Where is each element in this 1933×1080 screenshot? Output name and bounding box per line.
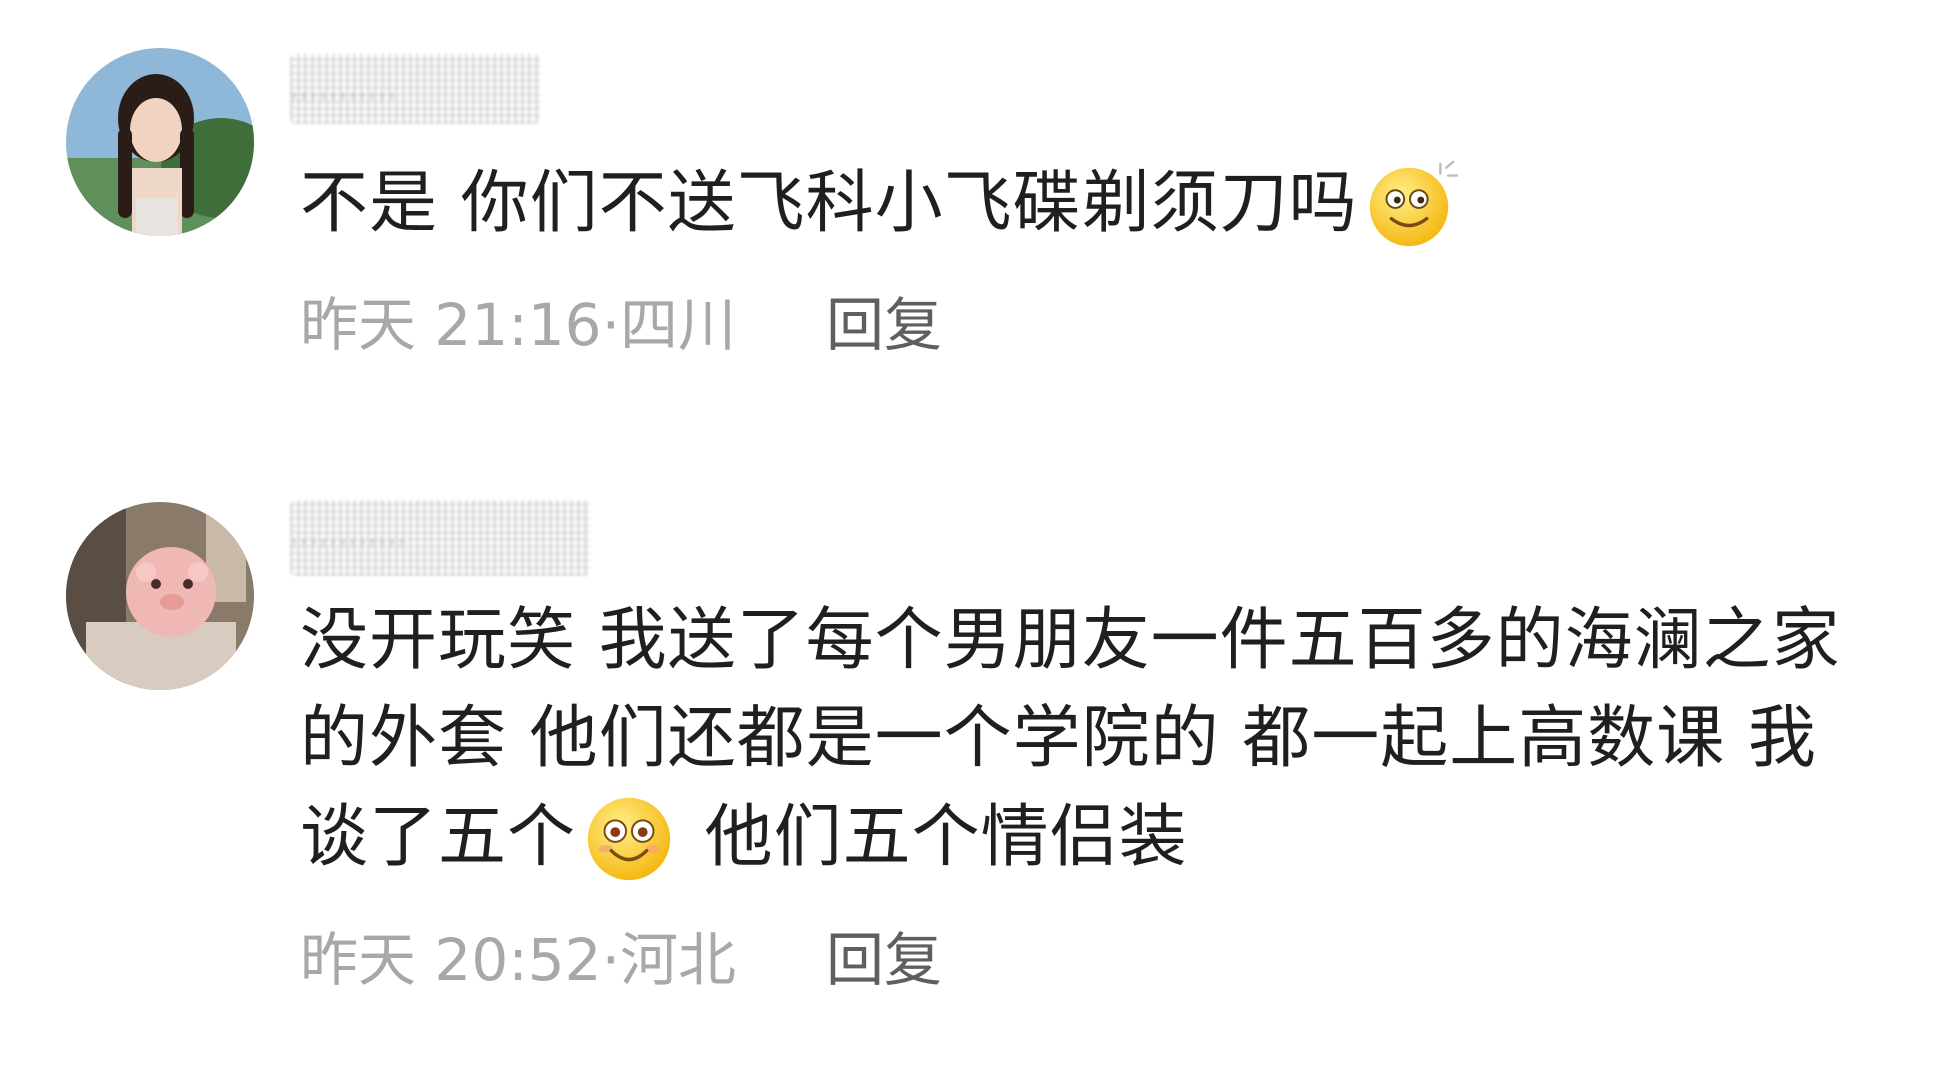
avatar[interactable] (66, 48, 254, 236)
comment-text: 没开玩笑 我送了每个男朋友一件五百多的海澜之家的外套 他们还都是一个学院的 都一… (300, 592, 1860, 887)
location: 河北 (620, 926, 737, 994)
blushing-smile-emoji-icon (580, 788, 678, 886)
avatar-image (66, 48, 254, 236)
timestamp: 昨天 21:16 (300, 291, 602, 359)
comment-text-before-emoji: 不是 你们不送飞科小飞碟剃须刀吗 (300, 164, 1358, 243)
avatar-image (66, 502, 254, 690)
avatar[interactable] (66, 502, 254, 690)
username-redacted[interactable]: ꓹꓹꓹꓹꓹꓹꓹꓹꓹꓹꓹ (290, 54, 540, 124)
comment-meta: 昨天 21:16·四川 回复 (300, 290, 942, 360)
comment-meta: 昨天 20:52·河北 回复 (300, 925, 942, 995)
comment-text: 不是 你们不送飞科小飞碟剃须刀吗 (300, 154, 1863, 253)
username-redacted[interactable]: ꓹꓹꓹꓹꓹꓹꓹꓹꓹꓹꓹꓹ (290, 500, 590, 576)
comment-item: ꓹꓹꓹꓹꓹꓹꓹꓹꓹꓹꓹꓹ 没开玩笑 我送了每个男朋友一件五百多的海澜之家的外套 … (0, 470, 1933, 1030)
timestamp: 昨天 20:52 (300, 926, 602, 994)
reply-button[interactable]: 回复 (826, 925, 942, 995)
comment-item: ꓹꓹꓹꓹꓹꓹꓹꓹꓹꓹꓹ 不是 你们不送飞科小飞碟剃须刀吗 昨天 21:16·四川… (0, 0, 1933, 400)
meta-separator: · (601, 926, 621, 994)
meta-separator: · (601, 291, 621, 359)
reply-button[interactable]: 回复 (826, 290, 942, 360)
dizzy-smile-emoji-icon (1362, 154, 1460, 252)
comment-text-after-emoji: 他们五个情侣装 (682, 798, 1188, 877)
location: 四川 (620, 291, 737, 359)
